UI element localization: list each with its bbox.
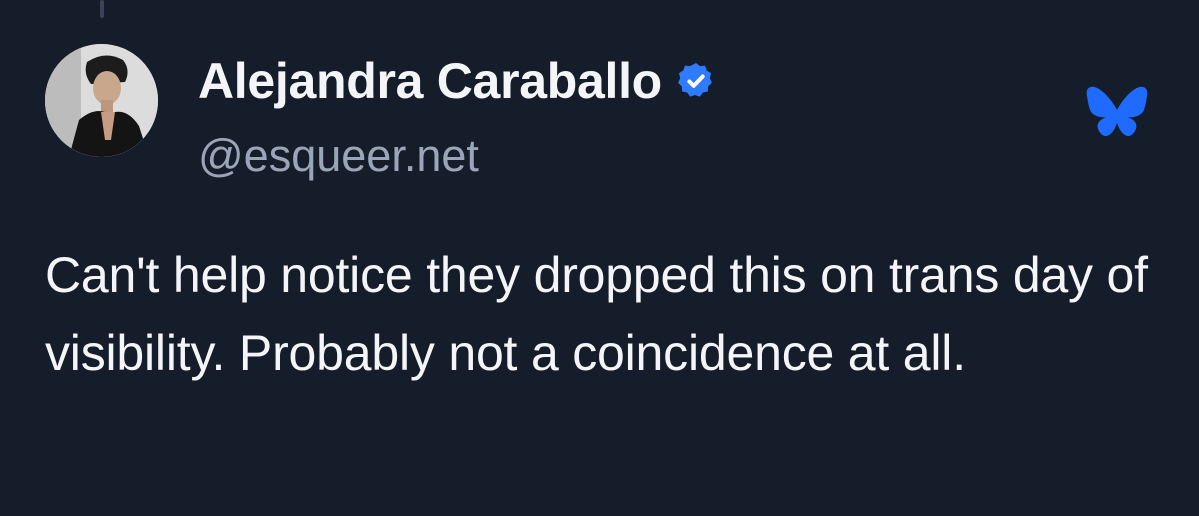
- author-handle[interactable]: @esqueer.net: [198, 130, 1079, 182]
- name-row: Alejandra Caraballo: [198, 50, 1079, 112]
- post-card: Alejandra Caraballo @esqueer.net Can't h…: [0, 0, 1199, 516]
- avatar-photo: [45, 44, 158, 157]
- verified-check-icon: [676, 61, 716, 101]
- bluesky-butterfly-icon[interactable]: [1085, 86, 1149, 144]
- author-block: Alejandra Caraballo @esqueer.net: [198, 50, 1079, 182]
- thread-line: [100, 0, 104, 18]
- avatar[interactable]: [45, 44, 158, 157]
- author-display-name[interactable]: Alejandra Caraballo: [198, 52, 662, 110]
- post-body-text: Can't help notice they dropped this on t…: [45, 247, 1148, 381]
